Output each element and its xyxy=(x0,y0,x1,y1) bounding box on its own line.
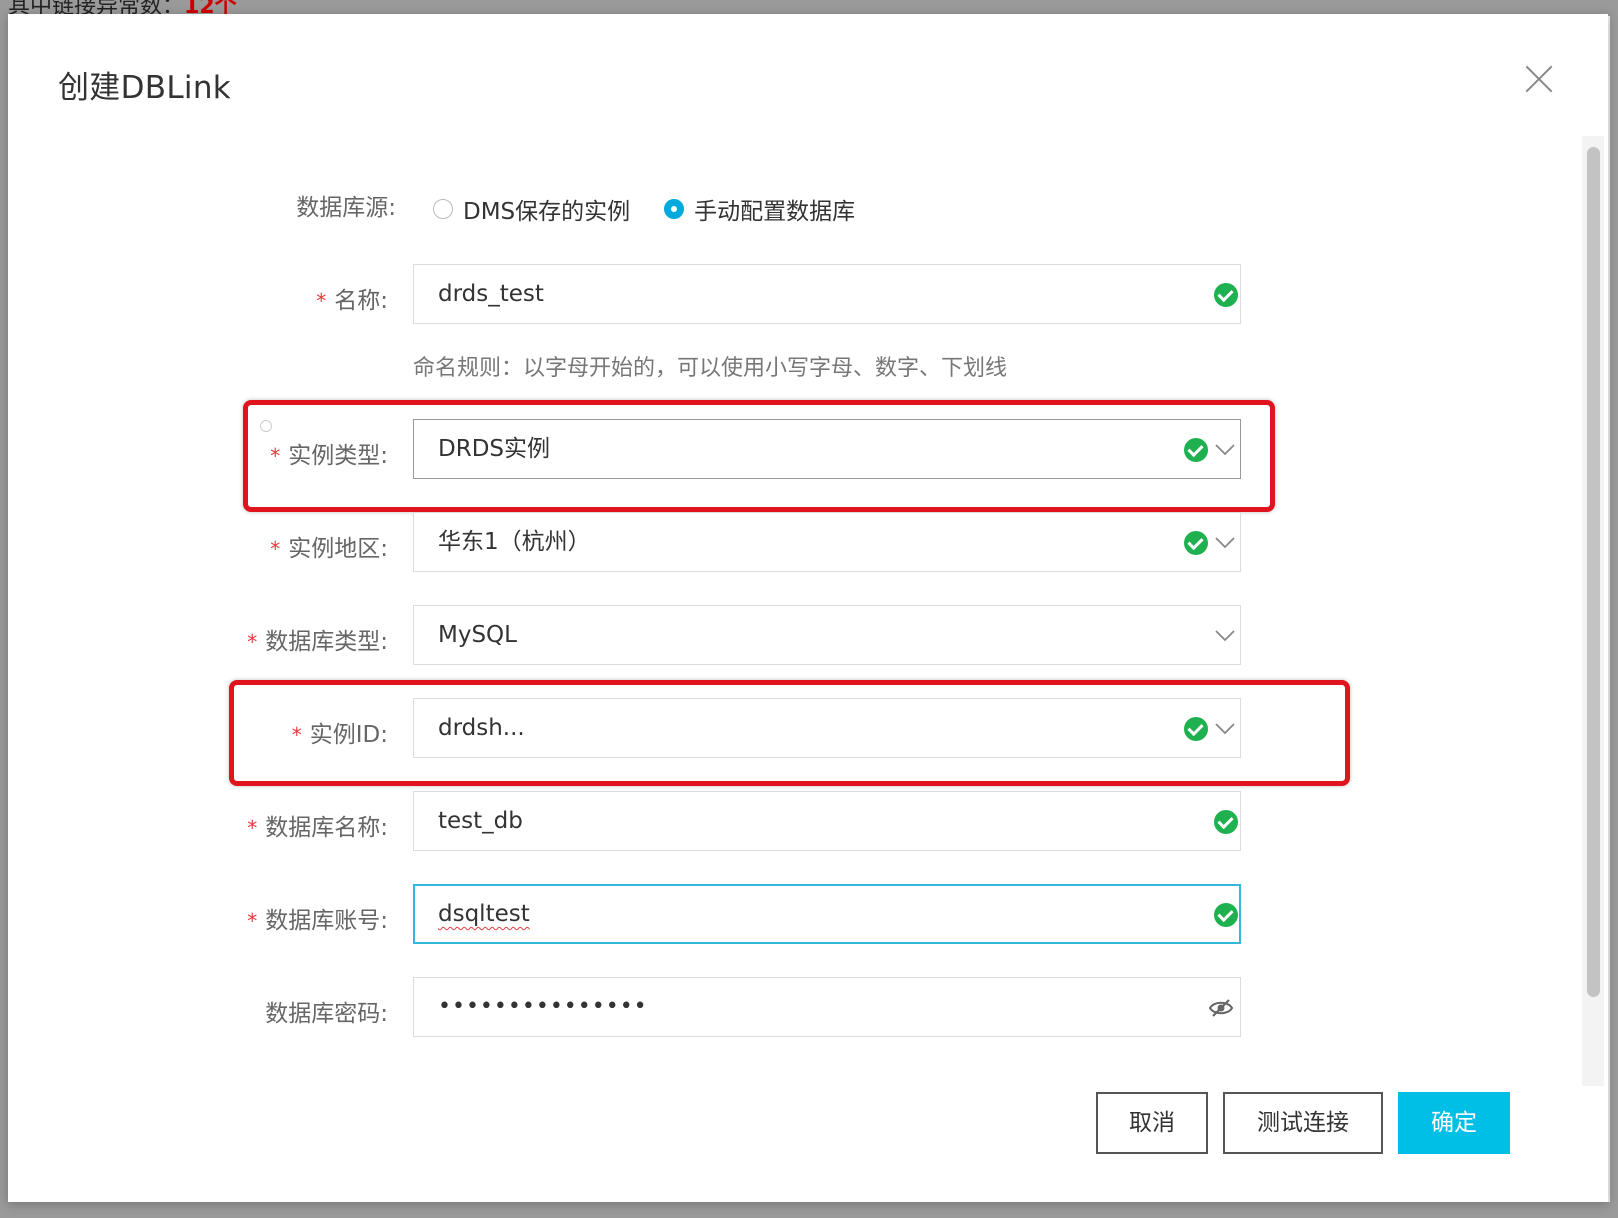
name-label-text: 名称: xyxy=(334,288,388,314)
source-label: 数据库源: xyxy=(296,188,396,222)
radio-label: 手动配置数据库 xyxy=(694,199,856,225)
dialog-title: 创建DBLink xyxy=(58,70,232,106)
db-type-value: MySQL xyxy=(438,622,517,648)
source-label-text: 数据库源: xyxy=(296,195,396,221)
radio-label: DMS保存的实例 xyxy=(463,199,631,225)
db-password-value: ••••••••••••••• xyxy=(438,994,648,1019)
check-icon xyxy=(1184,531,1208,555)
required-marker: * xyxy=(270,537,281,561)
check-icon xyxy=(1214,810,1238,834)
instance-region-label: * 实例地区: xyxy=(270,529,388,563)
required-marker: * xyxy=(247,630,258,654)
db-account-input[interactable]: dsqltest xyxy=(413,884,1241,944)
backdrop-bottom xyxy=(0,1202,1618,1218)
chevron-down-icon[interactable] xyxy=(1214,624,1236,646)
db-name-value: test_db xyxy=(438,808,523,834)
backdrop-left xyxy=(0,0,8,1218)
close-icon[interactable] xyxy=(1524,64,1554,94)
required-marker: * xyxy=(247,816,258,840)
cancel-button[interactable]: 取消 xyxy=(1096,1092,1208,1154)
db-password-input[interactable]: ••••••••••••••• xyxy=(413,977,1241,1037)
db-name-input[interactable]: test_db xyxy=(413,791,1241,851)
confirm-button[interactable]: 确定 xyxy=(1398,1092,1510,1154)
db-type-label: * 数据库类型: xyxy=(247,622,388,656)
highlight-box-instance-type xyxy=(243,400,1275,512)
name-label: * 名称: xyxy=(316,281,388,315)
db-type-label-text: 数据库类型: xyxy=(265,629,388,655)
radio-dms-saved-instance[interactable]: DMS保存的实例 xyxy=(433,192,630,226)
db-password-label: 数据库密码: xyxy=(265,994,388,1028)
db-name-label: * 数据库名称: xyxy=(247,808,388,842)
scrollbar-thumb[interactable] xyxy=(1587,147,1600,997)
chevron-down-icon[interactable] xyxy=(1214,531,1236,553)
name-input[interactable]: drds_test xyxy=(413,264,1241,324)
db-type-select[interactable]: MySQL xyxy=(413,605,1241,665)
radio-circle-checked[interactable] xyxy=(664,199,685,219)
required-marker: * xyxy=(316,289,327,313)
db-name-label-text: 数据库名称: xyxy=(265,815,388,841)
check-icon xyxy=(1214,903,1238,927)
test-connection-button[interactable]: 测试连接 xyxy=(1223,1092,1383,1154)
db-password-label-text: 数据库密码: xyxy=(265,1001,388,1027)
instance-region-label-text: 实例地区: xyxy=(288,536,388,562)
instance-region-value: 华东1（杭州） xyxy=(438,529,591,555)
check-icon xyxy=(1214,283,1238,307)
highlight-box-instance-id xyxy=(229,680,1350,786)
backdrop-right xyxy=(1610,0,1618,1218)
db-account-label-text: 数据库账号: xyxy=(265,908,388,934)
create-dblink-dialog: 创建DBLink 数据库源: DMS保存的实例 手动配置数据库 * 名称: drd… xyxy=(8,14,1608,1202)
name-value: drds_test xyxy=(438,281,544,307)
source-radio-group: DMS保存的实例 手动配置数据库 xyxy=(433,189,889,229)
instance-region-select[interactable]: 华东1（杭州） xyxy=(413,512,1241,572)
db-account-value: dsqltest xyxy=(438,901,530,927)
name-hint: 命名规则：以字母开始的，可以使用小写字母、数字、下划线 xyxy=(413,356,1008,381)
db-account-label: * 数据库账号: xyxy=(247,901,388,935)
radio-manual-config[interactable]: 手动配置数据库 xyxy=(664,192,855,226)
radio-circle[interactable] xyxy=(433,199,453,219)
required-marker: * xyxy=(247,909,258,933)
eye-slash-icon[interactable] xyxy=(1208,996,1234,1020)
